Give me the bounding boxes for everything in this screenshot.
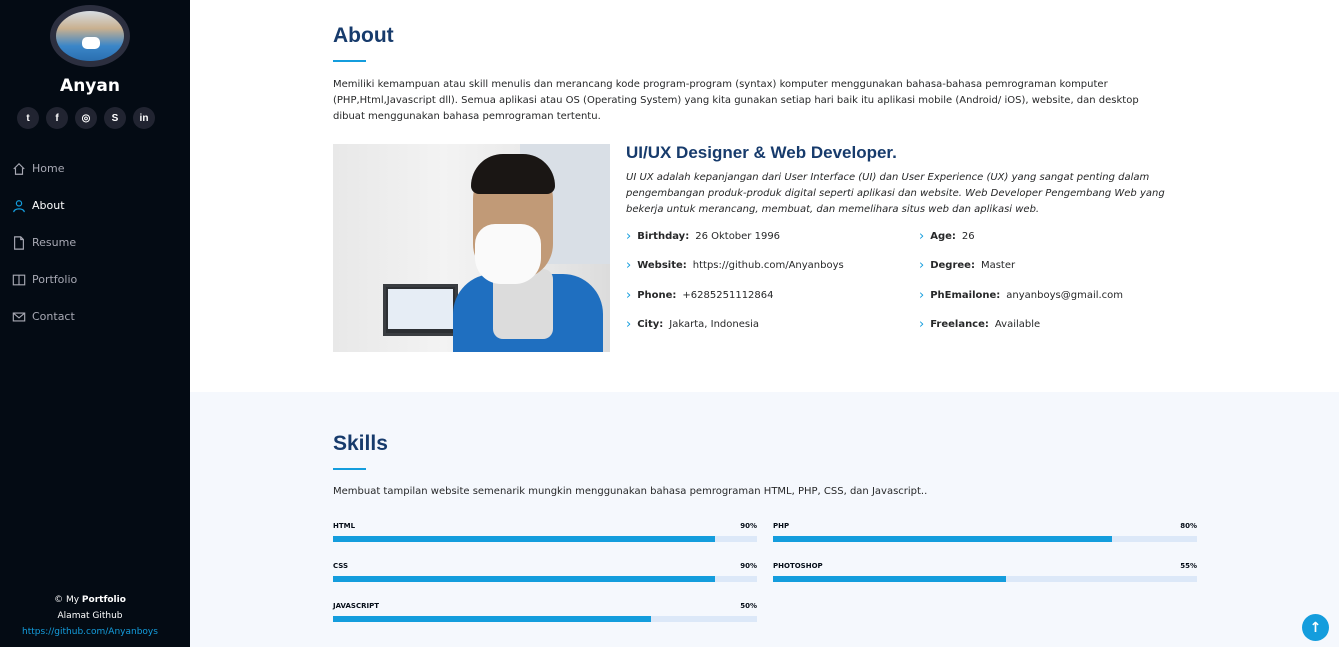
skill-javascript: JAVASCRIPT 50% — [333, 602, 757, 622]
skill-name: JAVASCRIPT — [333, 602, 379, 610]
skill-photoshop: PHOTOSHOP 55% — [773, 562, 1197, 582]
profile-name[interactable]: Anyan — [0, 76, 180, 96]
skill-name: PHOTOSHOP — [773, 562, 823, 570]
profile-avatar — [50, 5, 130, 67]
role-title: UI/UX Designer & Web Developer. — [626, 143, 897, 162]
twitter-icon[interactable]: t — [17, 107, 39, 129]
sidebar: Anyan t f ◎ S in Home About Resume Portf… — [0, 0, 190, 647]
skills-description: Membuat tampilan website semenarik mungk… — [333, 486, 928, 497]
progress-fill — [773, 576, 1007, 582]
book-icon — [12, 273, 26, 287]
about-title: About — [333, 24, 394, 47]
about-section: About Memiliki kemampuan atau skill menu… — [190, 0, 1339, 392]
nav-item-resume[interactable]: Resume — [0, 224, 190, 261]
github-label: Alamat Github — [57, 611, 123, 621]
nav-item-contact[interactable]: Contact — [0, 298, 190, 335]
chevron-right-icon: › — [919, 287, 925, 303]
skill-php: PHP 80% — [773, 522, 1197, 542]
progress-fill — [773, 536, 1113, 542]
skills-title: Skills — [333, 432, 388, 455]
progress-fill — [333, 616, 651, 622]
progress-fill — [333, 536, 715, 542]
file-icon — [12, 235, 26, 250]
chevron-right-icon: › — [919, 316, 925, 332]
progress-track — [333, 616, 757, 622]
info-phone: › Phone: +6285251112864 — [626, 287, 774, 303]
skills-title-underline — [333, 468, 366, 470]
role-description: UI UX adalah kepanjangan dari User Inter… — [626, 172, 1165, 215]
chevron-right-icon: › — [626, 316, 632, 332]
arrow-up-icon: ↑ — [1309, 619, 1322, 636]
envelope-icon — [12, 310, 26, 324]
info-degree: › Degree: Master — [919, 257, 1016, 273]
back-to-top-button[interactable]: ↑ — [1302, 614, 1329, 641]
nav-item-home[interactable]: Home — [0, 150, 190, 187]
nav-item-about[interactable]: About — [0, 187, 190, 224]
main-content: About Memiliki kemampuan atau skill menu… — [190, 0, 1339, 647]
person-icon — [12, 199, 26, 213]
skill-percent: 80% — [1180, 522, 1197, 530]
skype-icon[interactable]: S — [104, 107, 126, 129]
sidebar-footer: © My Portfolio Alamat Github https://git… — [0, 592, 180, 640]
chevron-right-icon: › — [919, 257, 925, 273]
github-link[interactable]: https://github.com/Anyanboys — [0, 624, 180, 640]
info-website: › Website: https://github.com/Anyanboys — [626, 257, 844, 273]
skill-name: CSS — [333, 562, 349, 570]
nav-label-portfolio: Portfolio — [32, 273, 78, 286]
skill-percent: 90% — [740, 522, 757, 530]
info-email: › PhEmailone: anyanboys@gmail.com — [919, 287, 1124, 303]
nav-label-about: About — [32, 199, 65, 212]
nav-label-resume: Resume — [32, 236, 77, 249]
skills-section: Skills Membuat tampilan website semenari… — [190, 392, 1339, 647]
skill-name: PHP — [773, 522, 790, 530]
nav-menu: Home About Resume Portfolio Contact — [0, 150, 190, 335]
nav-item-portfolio[interactable]: Portfolio — [0, 261, 190, 298]
progress-track — [333, 576, 757, 582]
home-icon — [12, 162, 26, 176]
facebook-icon[interactable]: f — [46, 107, 68, 129]
progress-track — [773, 576, 1197, 582]
chevron-right-icon: › — [626, 287, 632, 303]
info-freelance: › Freelance: Available — [919, 316, 1041, 332]
info-age: › Age: 26 — [919, 228, 975, 244]
nav-label-home: Home — [32, 162, 65, 175]
chevron-right-icon: › — [626, 228, 632, 244]
progress-track — [333, 536, 757, 542]
social-links: t f ◎ S in — [17, 107, 155, 129]
skill-css: CSS 90% — [333, 562, 757, 582]
nav-label-contact: Contact — [32, 310, 75, 323]
skill-name: HTML — [333, 522, 356, 530]
copyright: © My Portfolio — [54, 595, 126, 605]
info-birthday: › Birthday: 26 Oktober 1996 — [626, 228, 781, 244]
skill-html: HTML 90% — [333, 522, 757, 542]
chevron-right-icon: › — [919, 228, 925, 244]
skill-percent: 50% — [740, 602, 757, 610]
skill-percent: 90% — [740, 562, 757, 570]
info-city: › City: Jakarta, Indonesia — [626, 316, 759, 332]
progress-fill — [333, 576, 715, 582]
skill-percent: 55% — [1180, 562, 1197, 570]
about-description: Memiliki kemampuan atau skill menulis da… — [333, 79, 1139, 122]
linkedin-icon[interactable]: in — [133, 107, 155, 129]
chevron-right-icon: › — [626, 257, 632, 273]
about-photo — [333, 144, 610, 352]
instagram-icon[interactable]: ◎ — [75, 107, 97, 129]
about-title-underline — [333, 60, 366, 62]
progress-track — [773, 536, 1197, 542]
